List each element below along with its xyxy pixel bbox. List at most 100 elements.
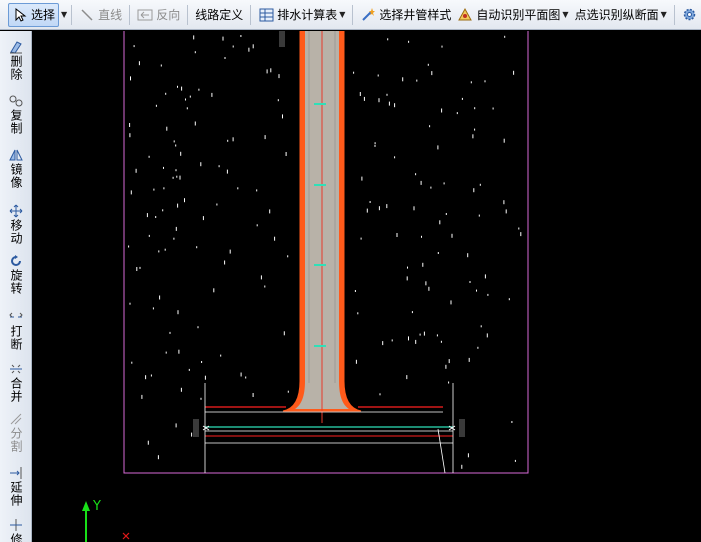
hatch-dot <box>175 226 177 231</box>
hatch-dot <box>374 144 376 147</box>
hatch-dot <box>388 101 390 106</box>
hatch-dot <box>152 307 154 310</box>
table-icon <box>258 7 274 23</box>
hatch-dot <box>274 236 276 241</box>
hatch-dot <box>394 103 396 108</box>
merge-button[interactable]: 合并 <box>0 361 32 403</box>
hatch-dot <box>270 68 272 73</box>
trim-icon <box>8 517 24 533</box>
hatch-dot <box>377 74 379 77</box>
hatch-dot <box>201 361 203 363</box>
eraser-icon <box>8 39 24 55</box>
hatch-dot <box>189 95 191 98</box>
delete-button[interactable]: 删除 <box>0 39 32 81</box>
hatch-dot <box>179 175 181 180</box>
trim-label: 修 <box>9 533 23 542</box>
hatch-dot <box>128 245 130 248</box>
toolbar-separator <box>352 4 354 25</box>
hatch-dot <box>420 180 422 185</box>
hatch-dot <box>508 298 510 301</box>
extend-button[interactable]: 延伸 <box>0 465 32 507</box>
hatch-dot <box>163 166 164 169</box>
mirror-button[interactable]: 镜像 <box>0 147 32 189</box>
hatch-dot <box>141 394 143 399</box>
hatch-dot <box>415 339 417 344</box>
hatch-dot <box>396 233 398 237</box>
select-button[interactable]: 选择 <box>8 2 60 27</box>
trim-button[interactable]: 修 <box>0 517 32 542</box>
copy-button[interactable]: 复制 <box>0 93 32 135</box>
split-button[interactable]: 分割 <box>0 411 32 453</box>
break-label: 打断 <box>9 325 23 351</box>
hatch-dot <box>232 137 234 142</box>
hatch-dot <box>172 176 174 179</box>
hatch-dot <box>484 274 486 279</box>
route-define-button[interactable]: 线路定义 <box>192 3 246 27</box>
toolbar-separator <box>71 4 73 25</box>
hatch-dot <box>193 35 195 40</box>
hatch-dot <box>378 98 380 103</box>
hatch-dot <box>175 144 177 147</box>
point-recognize-dropdown-icon[interactable]: ▼ <box>661 10 667 19</box>
select-well-style-button[interactable]: 选择井管样式 <box>357 3 454 27</box>
hatch-dot <box>256 189 258 192</box>
drain-calc-button[interactable]: 排水计算表 ▼ <box>255 3 348 27</box>
rotate-label: 旋转 <box>9 269 23 295</box>
hatch-dot <box>287 255 289 258</box>
hatch-dot <box>162 209 164 212</box>
hatch-dot <box>467 253 469 258</box>
break-button[interactable]: 打断 <box>0 309 32 351</box>
hatch-dot <box>146 213 148 218</box>
extend-icon <box>8 465 24 481</box>
hatch-dot <box>450 300 452 305</box>
top-label-strip <box>279 31 285 47</box>
hatch-dot <box>158 250 160 253</box>
auto-recognize-button[interactable]: 自动识别平面图 ▼ <box>454 3 571 27</box>
hatch-dot <box>354 290 356 292</box>
hatch-dot <box>363 96 365 101</box>
hatch-dot <box>185 98 186 101</box>
hatch-dot <box>180 387 182 392</box>
hatch-dot <box>216 203 218 206</box>
hatch-dot <box>227 139 229 142</box>
hatch-dot <box>204 375 206 380</box>
rotate-button[interactable]: 旋转 <box>0 253 32 295</box>
hatch-dot <box>147 440 149 445</box>
hatch-dot <box>194 121 196 126</box>
cut-off-button[interactable]: 选 <box>679 3 701 27</box>
move-button[interactable]: 移动 <box>0 203 32 245</box>
hatch-dot <box>353 71 355 74</box>
cad-drawing[interactable] <box>33 31 701 542</box>
hatch-dot <box>503 138 505 143</box>
hatch-dot <box>448 359 450 364</box>
hatch-dot <box>436 334 438 337</box>
gear-icon <box>682 7 698 23</box>
hatch-dot <box>425 281 427 286</box>
hatch-dot <box>386 204 388 209</box>
hatch-dot <box>159 295 161 300</box>
hatch-dot <box>441 108 443 113</box>
hatch-dot <box>264 285 266 288</box>
hatch-dot <box>441 45 443 48</box>
hatch-dot <box>136 267 138 271</box>
hatch-dot <box>419 333 421 336</box>
hatch-dot <box>484 80 486 83</box>
toolbar-separator <box>187 4 189 25</box>
hatch-dot <box>486 333 488 338</box>
hatch-dot <box>468 357 470 362</box>
drawing-canvas[interactable]: Y <box>33 31 701 542</box>
auto-recognize-dropdown-icon[interactable]: ▼ <box>562 10 568 19</box>
hatch-dot <box>278 74 280 79</box>
hatch-dot <box>260 275 262 280</box>
line-label: 直线 <box>98 8 123 22</box>
hatch-dot <box>440 340 442 343</box>
hatch-dot <box>445 213 447 215</box>
base-label-right <box>459 419 465 437</box>
drain-calc-dropdown-icon[interactable]: ▼ <box>339 10 345 19</box>
hatch-dot <box>135 168 137 173</box>
select-dropdown-arrow-icon[interactable]: ▼ <box>61 10 67 19</box>
reverse-button[interactable]: 反向 <box>134 3 183 27</box>
point-recognize-button[interactable]: 点选识别纵断面 ▼ <box>572 3 670 27</box>
line-button[interactable]: 直线 <box>76 3 125 27</box>
hatch-dot <box>421 235 422 238</box>
